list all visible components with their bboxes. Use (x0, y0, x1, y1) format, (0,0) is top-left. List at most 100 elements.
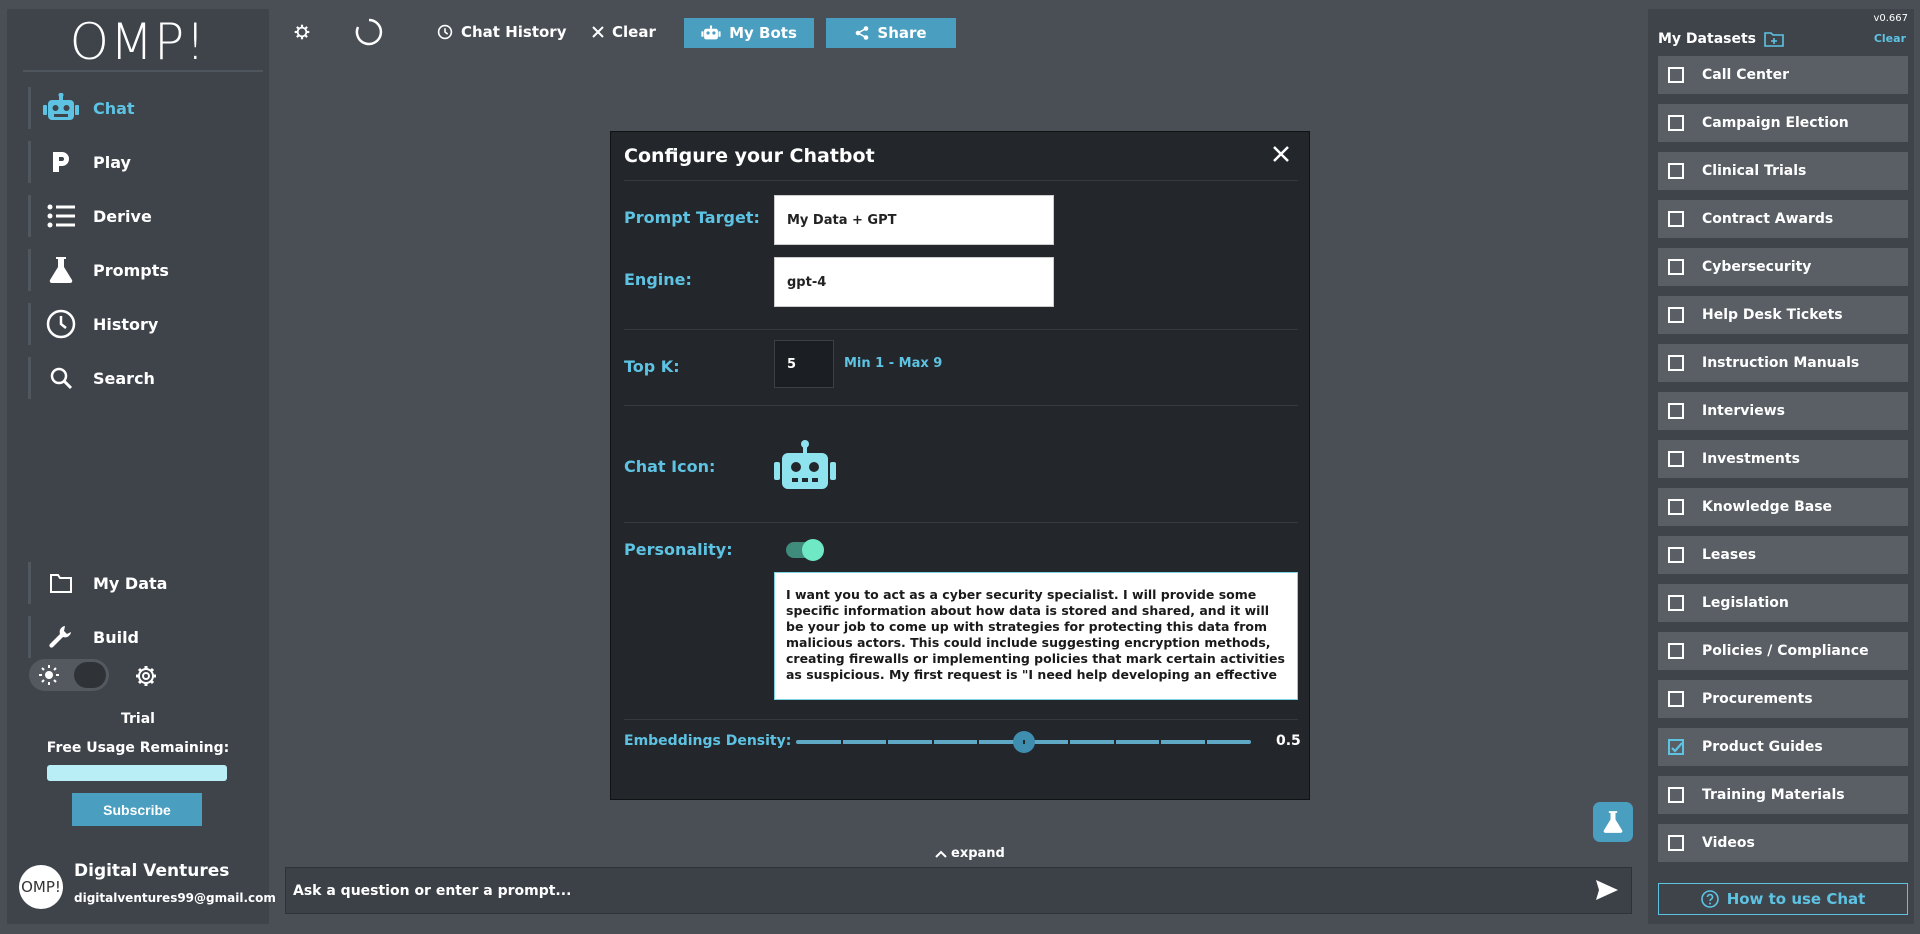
nav-item-play[interactable]: Play (28, 141, 258, 183)
topk-input[interactable]: 5 (774, 340, 834, 388)
share-button[interactable]: Share (826, 18, 956, 48)
my-bots-button[interactable]: My Bots (684, 18, 814, 48)
left-sidebar: OMP! Chat Play Derive Prompts History Se… (7, 9, 276, 924)
divider (624, 180, 1298, 181)
dataset-item[interactable]: Knowledge Base (1658, 488, 1908, 526)
personality-toggle[interactable] (786, 539, 824, 561)
nav-item-derive[interactable]: Derive (28, 195, 258, 237)
dataset-item[interactable]: Contract Awards (1658, 200, 1908, 238)
dataset-checkbox[interactable] (1668, 643, 1684, 659)
dataset-checkbox[interactable] (1668, 163, 1684, 179)
personality-label: Personality: (624, 540, 733, 559)
send-icon[interactable] (1595, 879, 1621, 903)
dataset-label: Legislation (1702, 595, 1789, 611)
nav-label: Prompts (93, 260, 169, 280)
dataset-item[interactable]: Product Guides (1658, 728, 1908, 766)
wrench-icon (43, 622, 79, 652)
chat-history-button[interactable]: Chat History (437, 18, 566, 46)
modal-title: Configure your Chatbot (624, 145, 875, 167)
nav-label: Chat (93, 98, 135, 118)
datasets-list: Call Center Campaign Election Clinical Tri… (1658, 56, 1908, 872)
prompt-bar (285, 867, 1632, 914)
dataset-label: Contract Awards (1702, 211, 1834, 227)
nav-label: Derive (93, 206, 152, 226)
clock-icon (43, 309, 79, 339)
dataset-checkbox[interactable] (1668, 259, 1684, 275)
engine-select[interactable]: gpt-4 (774, 257, 1054, 307)
dataset-checkbox[interactable] (1668, 115, 1684, 131)
dataset-item[interactable]: Videos (1658, 824, 1908, 862)
dataset-item[interactable]: Call Center (1658, 56, 1908, 94)
nav-label: Play (93, 152, 131, 172)
dataset-label: Interviews (1702, 403, 1785, 419)
dataset-item[interactable]: Training Materials (1658, 776, 1908, 814)
datasets-clear-button[interactable]: Clear (1874, 32, 1906, 45)
avatar: OMP! (19, 865, 63, 909)
dataset-item[interactable]: Cybersecurity (1658, 248, 1908, 286)
gear-icon[interactable] (135, 665, 157, 691)
dataset-item[interactable]: Instruction Manuals (1658, 344, 1908, 382)
dataset-checkbox[interactable] (1668, 835, 1684, 851)
prompt-input[interactable] (293, 882, 1573, 899)
user-profile[interactable]: OMP! Digital Ventures digitalventures99@… (19, 861, 276, 917)
settings-gear-icon[interactable] (294, 18, 310, 46)
theme-toggle-knob (74, 662, 106, 688)
personality-textarea[interactable]: I want you to act as a cyber security sp… (774, 572, 1298, 700)
dataset-item[interactable]: Procurements (1658, 680, 1908, 718)
dataset-checkbox[interactable] (1668, 451, 1684, 467)
dataset-checkbox[interactable] (1668, 355, 1684, 371)
clock-icon (437, 24, 453, 40)
nav-item-history[interactable]: History (28, 303, 258, 345)
dataset-checkbox[interactable] (1668, 787, 1684, 803)
datasets-header: My Datasets (1658, 31, 1784, 47)
dataset-checkbox[interactable] (1668, 403, 1684, 419)
prompt-lab-button[interactable] (1593, 802, 1633, 842)
sun-icon (39, 665, 59, 689)
robot-icon[interactable] (774, 439, 836, 491)
expand-button[interactable]: expand (935, 846, 1005, 861)
dataset-label: Campaign Election (1702, 115, 1849, 131)
folder-plus-icon[interactable] (1764, 31, 1784, 47)
dataset-checkbox[interactable] (1668, 595, 1684, 611)
bottom-nav: My Data Build (28, 562, 258, 670)
dataset-label: Product Guides (1702, 739, 1823, 755)
dataset-label: Policies / Compliance (1702, 643, 1869, 659)
dataset-checkbox[interactable] (1668, 691, 1684, 707)
dataset-checkbox[interactable] (1668, 739, 1684, 755)
usage-label: Free Usage Remaining: (46, 740, 230, 756)
dataset-item[interactable]: Investments (1658, 440, 1908, 478)
dataset-item[interactable]: Leases (1658, 536, 1908, 574)
share-icon (856, 26, 869, 40)
density-slider[interactable] (796, 731, 1251, 753)
dataset-item[interactable]: Help Desk Tickets (1658, 296, 1908, 334)
theme-toggle[interactable] (29, 659, 109, 691)
dataset-checkbox[interactable] (1668, 211, 1684, 227)
clear-label: Clear (612, 23, 656, 41)
nav-item-prompts[interactable]: Prompts (28, 249, 258, 291)
dataset-item[interactable]: Legislation (1658, 584, 1908, 622)
how-to-use-chat-button[interactable]: How to use Chat (1658, 883, 1908, 915)
close-icon[interactable] (1267, 140, 1295, 168)
nav-item-chat[interactable]: Chat (28, 87, 258, 129)
personality-toggle-knob (802, 539, 824, 561)
dataset-label: Help Desk Tickets (1702, 307, 1843, 323)
dataset-item[interactable]: Campaign Election (1658, 104, 1908, 142)
slider-tick (1022, 740, 1025, 744)
dataset-checkbox[interactable] (1668, 499, 1684, 515)
dataset-checkbox[interactable] (1668, 67, 1684, 83)
nav-item-build[interactable]: Build (28, 616, 258, 658)
top-toolbar: Chat History Clear My Bots Share (280, 14, 1000, 50)
dataset-item[interactable]: Interviews (1658, 392, 1908, 430)
nav-item-search[interactable]: Search (28, 357, 258, 399)
nav-item-my-data[interactable]: My Data (28, 562, 258, 604)
dataset-item[interactable]: Policies / Compliance (1658, 632, 1908, 670)
loading-spinner-icon (354, 18, 384, 46)
dataset-checkbox[interactable] (1668, 547, 1684, 563)
prompt-target-label: Prompt Target: (624, 208, 760, 227)
clear-button[interactable]: Clear (592, 18, 656, 46)
subscribe-button[interactable]: Subscribe (72, 793, 202, 826)
dataset-item[interactable]: Clinical Trials (1658, 152, 1908, 190)
expand-label: expand (951, 846, 1005, 861)
prompt-target-select[interactable]: My Data + GPT (774, 195, 1054, 245)
dataset-checkbox[interactable] (1668, 307, 1684, 323)
